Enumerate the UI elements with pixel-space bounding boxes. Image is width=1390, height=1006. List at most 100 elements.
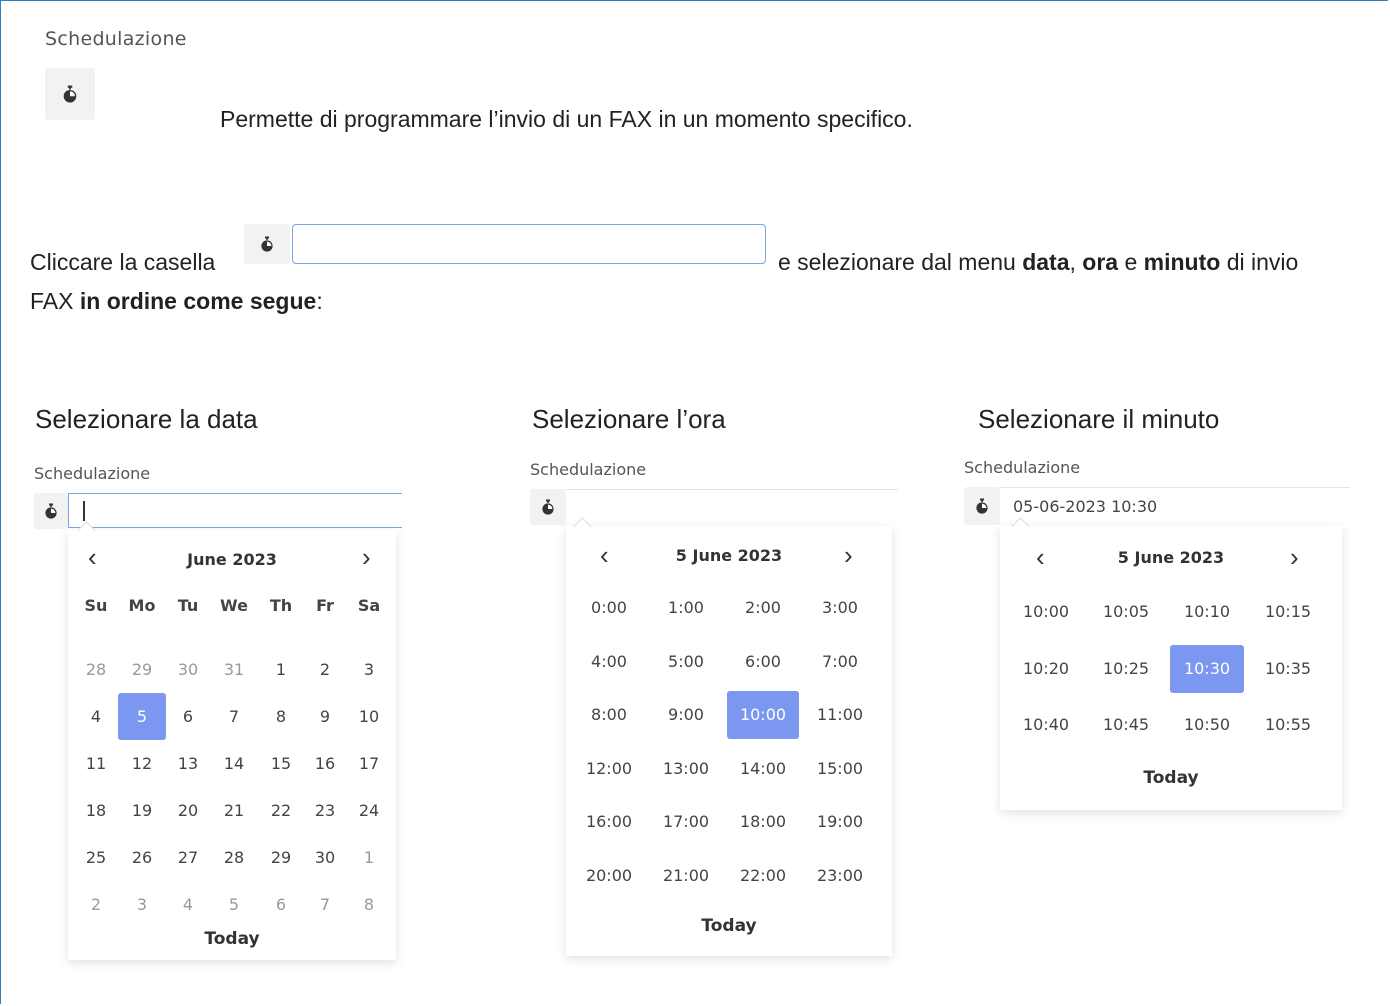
month-header[interactable]: June 2023 [68,550,396,569]
hour-input[interactable] [566,489,898,525]
hour-cell[interactable]: 12:00 [573,745,645,793]
today-button[interactable]: Today [1000,768,1342,788]
date-cell[interactable]: 30 [164,646,212,693]
minute-cell[interactable]: 10:00 [1009,588,1083,636]
date-cell[interactable]: 23 [301,787,349,834]
hour-cell[interactable]: 2:00 [727,584,799,632]
date-input[interactable] [68,493,402,528]
date-cell[interactable]: 2 [72,881,120,928]
date-cell[interactable]: 6 [164,693,212,740]
minute-cell[interactable]: 10:10 [1170,588,1244,636]
hour-cell[interactable]: 14:00 [727,745,799,793]
minute-cell[interactable]: 10:45 [1089,701,1163,749]
date-cell[interactable]: 31 [210,646,258,693]
hour-cell[interactable]: 8:00 [573,691,645,739]
minute-input-value: 05-06-2023 10:30 [1013,497,1158,516]
minute-cell[interactable]: 10:55 [1251,701,1325,749]
inline-schedule-input[interactable] [292,224,766,264]
hour-cell[interactable]: 21:00 [650,852,722,900]
hour-cell[interactable]: 9:00 [650,691,722,739]
hour-cell[interactable]: 15:00 [804,745,876,793]
date-cell[interactable]: 18 [72,787,120,834]
date-cell[interactable]: 7 [210,693,258,740]
hour-cell[interactable]: 4:00 [573,638,645,686]
hour-cell[interactable]: 19:00 [804,798,876,846]
hour-field-label: Schedulazione [530,460,647,479]
hour-cell[interactable]: 6:00 [727,638,799,686]
date-cell[interactable]: 26 [118,834,166,881]
minute-cell[interactable]: 10:30 [1170,644,1244,693]
minute-input-icon-box[interactable] [964,487,1000,525]
hour-cell[interactable]: 16:00 [573,798,645,846]
date-cell[interactable]: 3 [118,881,166,928]
date-cell[interactable]: 11 [72,740,120,787]
date-cell[interactable]: 22 [257,787,305,834]
hour-cell[interactable]: 11:00 [804,691,876,739]
date-cell[interactable]: 9 [301,693,349,740]
hour-cell[interactable]: 0:00 [573,584,645,632]
hour-cell[interactable]: 10:00 [727,691,799,740]
description-text: Permette di programmare l’invio di un FA… [220,106,913,132]
date-cell[interactable]: 1 [257,646,305,693]
minute-cell[interactable]: 10:20 [1009,645,1083,693]
instruction-prefix: Cliccare la casella [30,249,216,275]
date-cell[interactable]: 28 [72,646,120,693]
date-cell[interactable]: 6 [257,881,305,928]
hour-cell[interactable]: 23:00 [804,852,876,900]
date-cell[interactable]: 17 [345,740,393,787]
date-cell[interactable]: 13 [164,740,212,787]
date-cell[interactable]: 30 [301,834,349,881]
date-cell[interactable]: 24 [345,787,393,834]
hour-cell[interactable]: 17:00 [650,798,722,846]
next-day-button[interactable]: › [844,542,853,568]
minute-input[interactable]: 05-06-2023 10:30 [1000,487,1350,525]
hour-cell[interactable]: 13:00 [650,745,722,793]
date-input-icon-box[interactable] [34,493,68,529]
date-cell[interactable]: 27 [164,834,212,881]
date-cell[interactable]: 5 [210,881,258,928]
minute-cell[interactable]: 10:35 [1251,645,1325,693]
today-button[interactable]: Today [566,916,892,936]
date-cell[interactable]: 16 [301,740,349,787]
date-cell[interactable]: 10 [345,693,393,740]
minute-cell[interactable]: 10:05 [1089,588,1163,636]
hour-cell[interactable]: 3:00 [804,584,876,632]
date-cell[interactable]: 25 [72,834,120,881]
date-cell[interactable]: 29 [118,646,166,693]
instruction-bold: in ordine come segue [79,288,317,314]
minute-cell[interactable]: 10:25 [1089,645,1163,693]
hour-cell[interactable]: 22:00 [727,852,799,900]
date-cell[interactable]: 14 [210,740,258,787]
date-cell[interactable]: 2 [301,646,349,693]
stopwatch-icon [259,236,275,252]
hour-cell[interactable]: 7:00 [804,638,876,686]
date-cell[interactable]: 19 [118,787,166,834]
date-cell[interactable]: 8 [345,881,393,928]
inline-schedule-icon-box[interactable] [244,224,290,264]
date-cell[interactable]: 4 [164,881,212,928]
date-cell[interactable]: 3 [345,646,393,693]
date-cell[interactable]: 7 [301,881,349,928]
date-cell[interactable]: 20 [164,787,212,834]
date-cell[interactable]: 12 [118,740,166,787]
hour-cell[interactable]: 18:00 [727,798,799,846]
date-cell[interactable]: 8 [257,693,305,740]
hour-input-icon-box[interactable] [530,489,566,525]
minute-cell[interactable]: 10:40 [1009,701,1083,749]
date-cell[interactable]: 21 [210,787,258,834]
hour-cell[interactable]: 1:00 [650,584,722,632]
today-button[interactable]: Today [68,929,396,949]
date-cell[interactable]: 4 [72,693,120,740]
minute-cell[interactable]: 10:15 [1251,588,1325,636]
schedule-button[interactable] [45,68,95,120]
date-cell[interactable]: 5 [118,693,166,740]
date-cell[interactable]: 28 [210,834,258,881]
hour-cell[interactable]: 5:00 [650,638,722,686]
next-hour-button[interactable]: › [1290,544,1299,570]
minute-cell[interactable]: 10:50 [1170,701,1244,749]
date-cell[interactable]: 1 [345,834,393,881]
hour-cell[interactable]: 20:00 [573,852,645,900]
date-cell[interactable]: 29 [257,834,305,881]
date-cell[interactable]: 15 [257,740,305,787]
next-month-button[interactable]: › [362,544,371,570]
